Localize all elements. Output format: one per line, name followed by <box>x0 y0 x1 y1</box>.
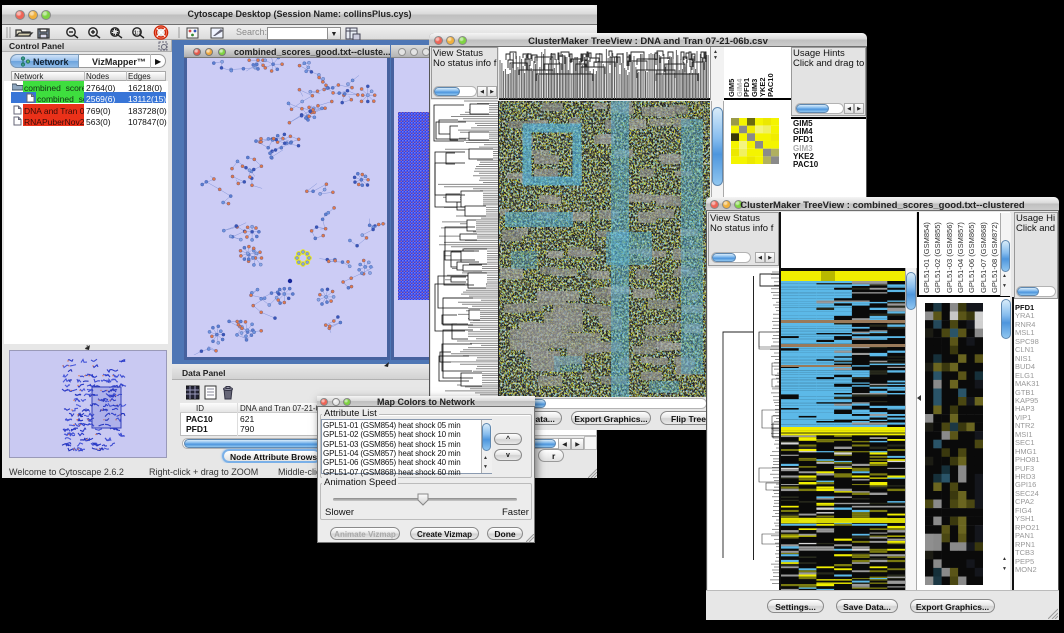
svg-text:Search:: Search: <box>236 27 267 37</box>
svg-text:1:1: 1:1 <box>134 31 141 37</box>
